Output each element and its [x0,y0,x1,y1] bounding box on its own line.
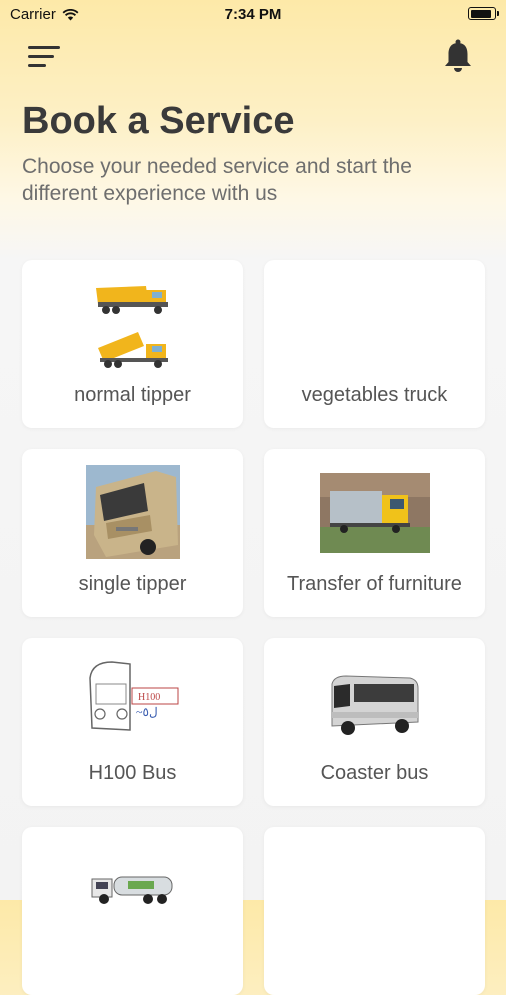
svg-text:~ل٥: ~ل٥ [136,705,158,719]
service-label: vegetables truck [301,384,448,406]
menu-button[interactable] [28,44,62,70]
service-label: Coaster bus [320,762,429,784]
service-card-single-tipper[interactable]: single tipper [22,449,243,617]
h100-bus-sketch: H100 ~ل٥ [89,661,179,731]
water-truck-photo [91,876,173,904]
service-card-h100-bus[interactable]: H100 ~ل٥ H100 Bus [22,638,243,806]
service-card-vegetables-truck[interactable]: vegetables truck [264,260,485,428]
bell-icon [445,39,471,72]
tipper-trucks-image [96,286,168,368]
notifications-button[interactable] [442,38,474,74]
service-card-empty[interactable] [264,827,485,995]
battery-icon [468,7,499,20]
service-card-furniture-transfer[interactable]: Transfer of furniture [264,449,485,617]
service-label: normal tipper [74,384,191,406]
service-label: single tipper [78,573,187,595]
menu-icon [28,46,60,49]
svg-text:H100: H100 [138,692,160,703]
status-bar: Carrier 7:34 PM [0,0,506,30]
service-label: H100 Bus [88,762,177,784]
single-tipper-photo [86,465,180,559]
service-card-normal-tipper[interactable]: normal tipper [22,260,243,428]
page-subtitle: Choose your needed service and start the… [22,155,412,205]
service-card-water-truck[interactable] [22,827,243,995]
status-time: 7:34 PM [224,6,282,23]
service-card-coaster-bus[interactable]: Coaster bus [264,638,485,806]
page-title: Book a Service [22,100,295,142]
furniture-truck-photo [320,473,430,553]
service-label: Transfer of furniture [287,573,462,595]
coaster-bus-photo [331,675,419,735]
